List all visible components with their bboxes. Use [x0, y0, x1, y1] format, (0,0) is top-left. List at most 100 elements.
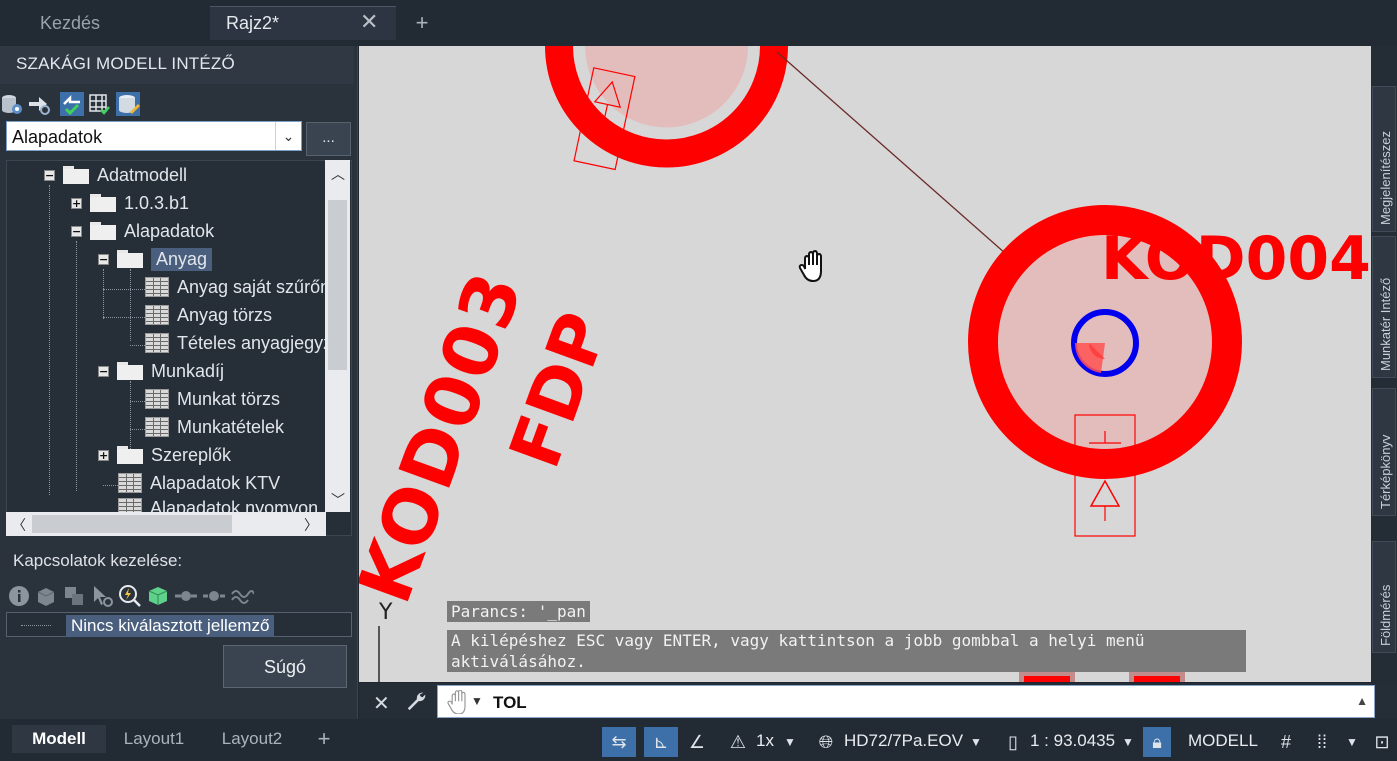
help-button[interactable]: Súgó	[223, 645, 347, 688]
tree-node-anyag[interactable]: − Anyag	[98, 246, 213, 272]
command-line: ✕ ▼ TOL ▲	[359, 683, 1397, 719]
dataset-select[interactable]: Alapadatok ⌄	[6, 121, 302, 151]
collapse-icon[interactable]: −	[44, 169, 55, 181]
annotation-scale[interactable]: 1x	[756, 727, 774, 755]
tab-megjelenites[interactable]: Megjelenítészez	[1372, 86, 1396, 232]
tree-node-munkadij[interactable]: − Munkadíj	[98, 358, 224, 384]
expand-icon[interactable]: +	[71, 197, 82, 209]
tab-modell[interactable]: Modell	[12, 725, 106, 753]
command-history-toggle-icon[interactable]: ▲	[1356, 694, 1368, 708]
expand-icon[interactable]: +	[98, 449, 109, 461]
recent-commands-arrow-icon[interactable]: ▼	[471, 694, 483, 708]
tab-munkater-label: Munkatér Intéző	[1378, 277, 1393, 371]
select-object-icon[interactable]	[90, 584, 114, 608]
command-input[interactable]: ▼ TOL ▲	[437, 685, 1375, 718]
document-scale-icon[interactable]: ▯	[1000, 727, 1026, 757]
history-line: Parancs: '_pan	[447, 601, 1246, 622]
info-icon[interactable]	[7, 584, 31, 608]
grid-icon[interactable]: #	[1272, 727, 1300, 757]
manhole-symbol-top	[545, 46, 788, 171]
snap-icon[interactable]: ⁞⁞	[1308, 727, 1336, 757]
tab-kezdes[interactable]: Kezdés	[26, 6, 208, 40]
chevron-down-icon[interactable]: ▼	[780, 727, 800, 757]
chevron-down-icon[interactable]: ﹀	[331, 490, 345, 510]
tab-rajz2[interactable]: Rajz2* ✕	[210, 6, 396, 40]
tree-node-alapadatok-ktv[interactable]: Alapadatok KTV	[118, 470, 280, 496]
tab-terkepkonyv-label: Térképkönyv	[1378, 434, 1393, 509]
customize-icon[interactable]: ⊡	[1370, 727, 1394, 757]
chevron-left-icon[interactable]: 〈	[12, 515, 26, 535]
scroll-thumb[interactable]	[328, 200, 347, 370]
tab-layout1[interactable]: Layout1	[108, 725, 200, 753]
tree-node-label: Munkatételek	[177, 416, 285, 437]
history-line: aktiválásához.	[447, 651, 1246, 672]
tree-node-munkat-torzs[interactable]: Munkat törzs	[145, 386, 280, 412]
chevron-down-icon[interactable]: ▼	[966, 727, 986, 757]
cube-icon[interactable]	[34, 584, 58, 608]
tree-node-label: Alapadatok KTV	[150, 472, 281, 493]
tree-node-adatmodell[interactable]: − Adatmodell	[44, 162, 187, 188]
tree-node-szereplok[interactable]: + Szereplők	[98, 442, 231, 468]
browse-button[interactable]: ...	[306, 122, 351, 156]
wrench-icon[interactable]	[405, 690, 427, 712]
wave-link-icon[interactable]	[230, 584, 254, 608]
tree-node-version[interactable]: + 1.0.3.b1	[71, 190, 189, 216]
annotation-visibility-icon[interactable]: ⚠	[724, 727, 752, 757]
database-settings-icon[interactable]	[0, 92, 24, 116]
collapse-icon[interactable]: −	[71, 225, 82, 237]
new-tab-button[interactable]: +	[407, 12, 437, 36]
coordinate-system[interactable]: HD72/7Pa.EOV	[844, 727, 963, 755]
collapse-icon[interactable]: −	[98, 365, 109, 377]
scroll-thumb[interactable]	[32, 515, 232, 533]
data-model-tree: − Adatmodell + 1.0.3.b1 − Alapadatok − A…	[6, 160, 352, 536]
tab-munkater-intezo[interactable]: Munkatér Intéző	[1372, 236, 1396, 378]
label-kod004: KOD004	[1101, 224, 1371, 294]
tree-horizontal-scrollbar[interactable]: 〈 〉	[6, 512, 326, 536]
tree-node-label: Anyag	[151, 247, 213, 271]
close-icon[interactable]: ✕	[360, 9, 378, 35]
tab-layout1-label: Layout1	[123, 729, 185, 748]
lightning-search-icon[interactable]	[118, 584, 142, 608]
command-history: Parancs: '_pan A kilépéshez ESC vagy ENT…	[447, 601, 1246, 672]
feature-list-item[interactable]: Nincs kiválasztott jellemző	[66, 615, 275, 637]
chevron-down-icon[interactable]: ⌄	[275, 122, 301, 150]
tree-node-alapadatok-nyomvon[interactable]: Alapadatok nyomvon	[118, 498, 318, 512]
transparency-toggle-icon[interactable]: ⇆	[602, 727, 636, 757]
collapse-icon[interactable]: −	[98, 253, 109, 265]
green-cube-icon[interactable]	[146, 584, 170, 608]
tree-node-teteles[interactable]: Tételes anyagjegyzé	[145, 330, 342, 356]
dataset-select-value: Alapadatok	[12, 127, 103, 147]
drawing-scale[interactable]: 1 : 93.0435	[1030, 727, 1115, 755]
status-bar: Modell Layout1 Layout2 + ⇆ ⊾ ∠ ⚠ 1x ▼ 🌐︎…	[0, 719, 1397, 761]
chevron-down-icon[interactable]: ▼	[1118, 727, 1138, 757]
tree-node-munkatetelek[interactable]: Munkatételek	[145, 414, 284, 440]
sync-check-icon[interactable]	[60, 92, 84, 116]
drawing-canvas[interactable]: KOD003 FDP KOD004 Y	[359, 46, 1371, 682]
tree-vertical-scrollbar[interactable]: ︿ ﹀	[325, 160, 350, 512]
link-icon[interactable]	[174, 584, 198, 608]
tree-node-anyag-torzs[interactable]: Anyag törzs	[145, 302, 272, 328]
unlink-icon[interactable]	[202, 584, 226, 608]
lock-icon[interactable]: 🔒︎	[1143, 727, 1171, 757]
tab-terkepkonyv[interactable]: Térképkönyv	[1372, 388, 1396, 516]
tree-node-alapadatok[interactable]: − Alapadatok	[71, 218, 214, 244]
add-layout-button[interactable]: +	[310, 725, 338, 753]
close-icon[interactable]: ✕	[373, 691, 390, 716]
chevron-down-icon[interactable]: ▼	[1342, 727, 1362, 757]
ortho-icon[interactable]: ⊾	[644, 727, 678, 757]
model-manager-panel: SZAKÁGI MODELL INTÉZŐ Alapadatok ⌄ ... −	[0, 46, 358, 719]
globe-icon[interactable]: 🌐︎	[812, 727, 840, 757]
tree-node-anyag-szurom[interactable]: Anyag saját szűrőm	[145, 274, 335, 300]
chevron-up-icon[interactable]: ︿	[331, 164, 345, 184]
model-space-toggle[interactable]: MODELL	[1188, 727, 1258, 755]
tab-foldmeres[interactable]: Földmérés	[1372, 541, 1396, 653]
grid-check-icon[interactable]	[87, 92, 111, 116]
chevron-right-icon[interactable]: 〉	[304, 515, 318, 535]
folder-icon	[117, 362, 143, 380]
arrow-search-icon[interactable]	[27, 92, 51, 116]
polar-icon[interactable]: ∠	[682, 727, 712, 757]
cubes-icon[interactable]	[62, 584, 86, 608]
tab-layout2[interactable]: Layout2	[206, 725, 298, 753]
document-tab-bar: Kezdés Rajz2* ✕ +	[0, 0, 1397, 46]
database-edit-icon[interactable]	[116, 92, 140, 116]
